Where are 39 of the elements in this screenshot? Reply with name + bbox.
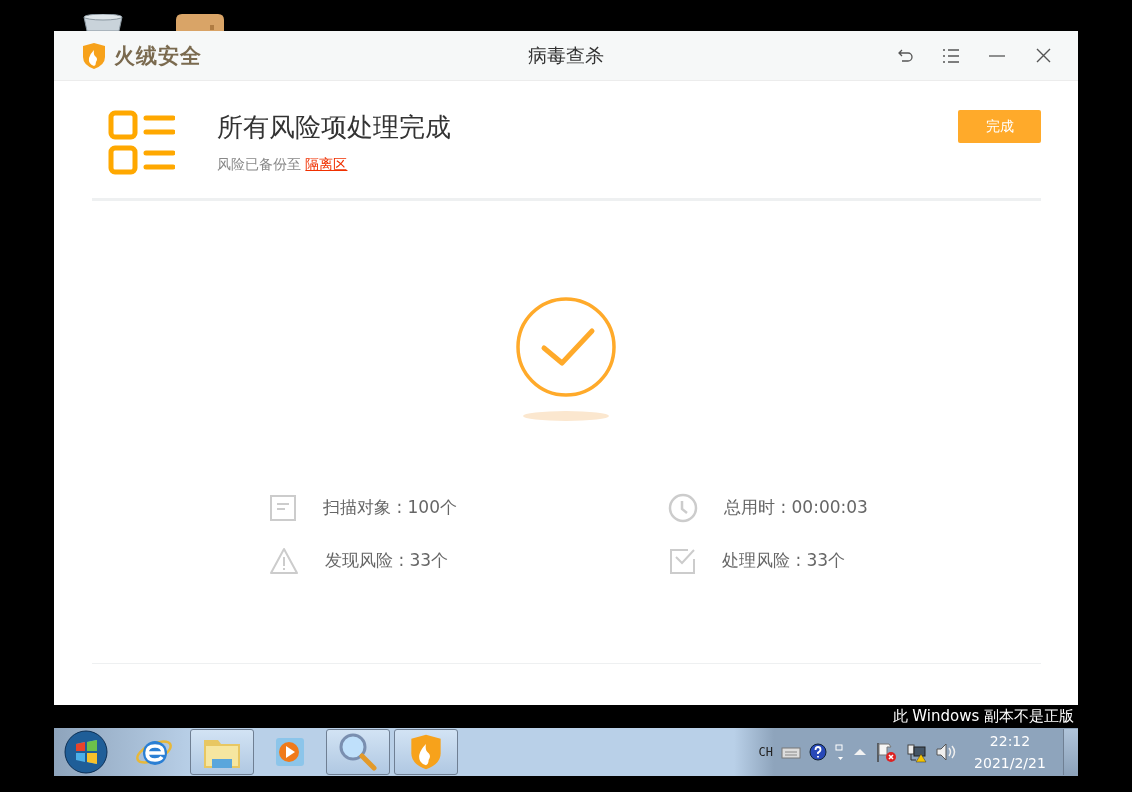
up-arrow-icon[interactable]	[853, 747, 867, 757]
show-desktop-button[interactable]	[1063, 729, 1078, 775]
speaker-icon[interactable]	[935, 742, 957, 762]
window-title: 病毒查杀	[528, 42, 604, 68]
checkmark-circle-icon	[516, 297, 616, 397]
stat-text: 扫描对象 : 100个	[323, 496, 457, 519]
trash-bin-icon[interactable]	[80, 14, 126, 31]
warning-icon	[269, 546, 299, 575]
stat-text: 发现风险 : 33个	[325, 549, 449, 572]
start-button[interactable]	[64, 730, 108, 774]
document-icon	[269, 493, 297, 522]
checkbox-icon	[668, 546, 696, 575]
stat-text: 处理风险 : 33个	[722, 549, 846, 572]
close-icon	[1035, 48, 1051, 63]
shield-flame-icon	[410, 733, 442, 771]
list-icon	[108, 110, 175, 175]
taskbar-button[interactable]	[190, 729, 254, 775]
clock[interactable]: 22:12 2021/2/21	[971, 730, 1049, 774]
stat-text: 总用时 : 00:00:03	[724, 496, 868, 519]
network-warning-icon[interactable]	[905, 741, 927, 763]
shield-flame-logo	[82, 41, 106, 70]
flag-error-icon[interactable]	[875, 741, 897, 763]
backup-note: 风险已备份至 隔离区	[217, 156, 349, 174]
menu-icon	[943, 48, 959, 63]
clock-time: 22:12	[989, 732, 1031, 751]
keyboard-icon[interactable]	[781, 745, 801, 759]
taskbar-button[interactable]	[326, 729, 390, 775]
back-arrow-icon	[897, 47, 913, 64]
taskbar-button[interactable]	[394, 729, 458, 775]
window-restore-icon[interactable]	[835, 743, 845, 761]
clock-icon	[668, 492, 698, 523]
language-indicator[interactable]: CH	[758, 745, 773, 759]
app-name: 火绒安全	[114, 42, 202, 70]
clock-date: 2021/2/21	[974, 754, 1046, 773]
activation-notice: 此 Windows 副本不是正版	[892, 707, 1074, 726]
help-icon[interactable]	[809, 743, 827, 761]
result-heading: 所有风险项处理完成	[217, 111, 452, 144]
minimize-icon	[989, 53, 1005, 58]
quarantine-link[interactable]: 隔离区	[305, 156, 348, 172]
